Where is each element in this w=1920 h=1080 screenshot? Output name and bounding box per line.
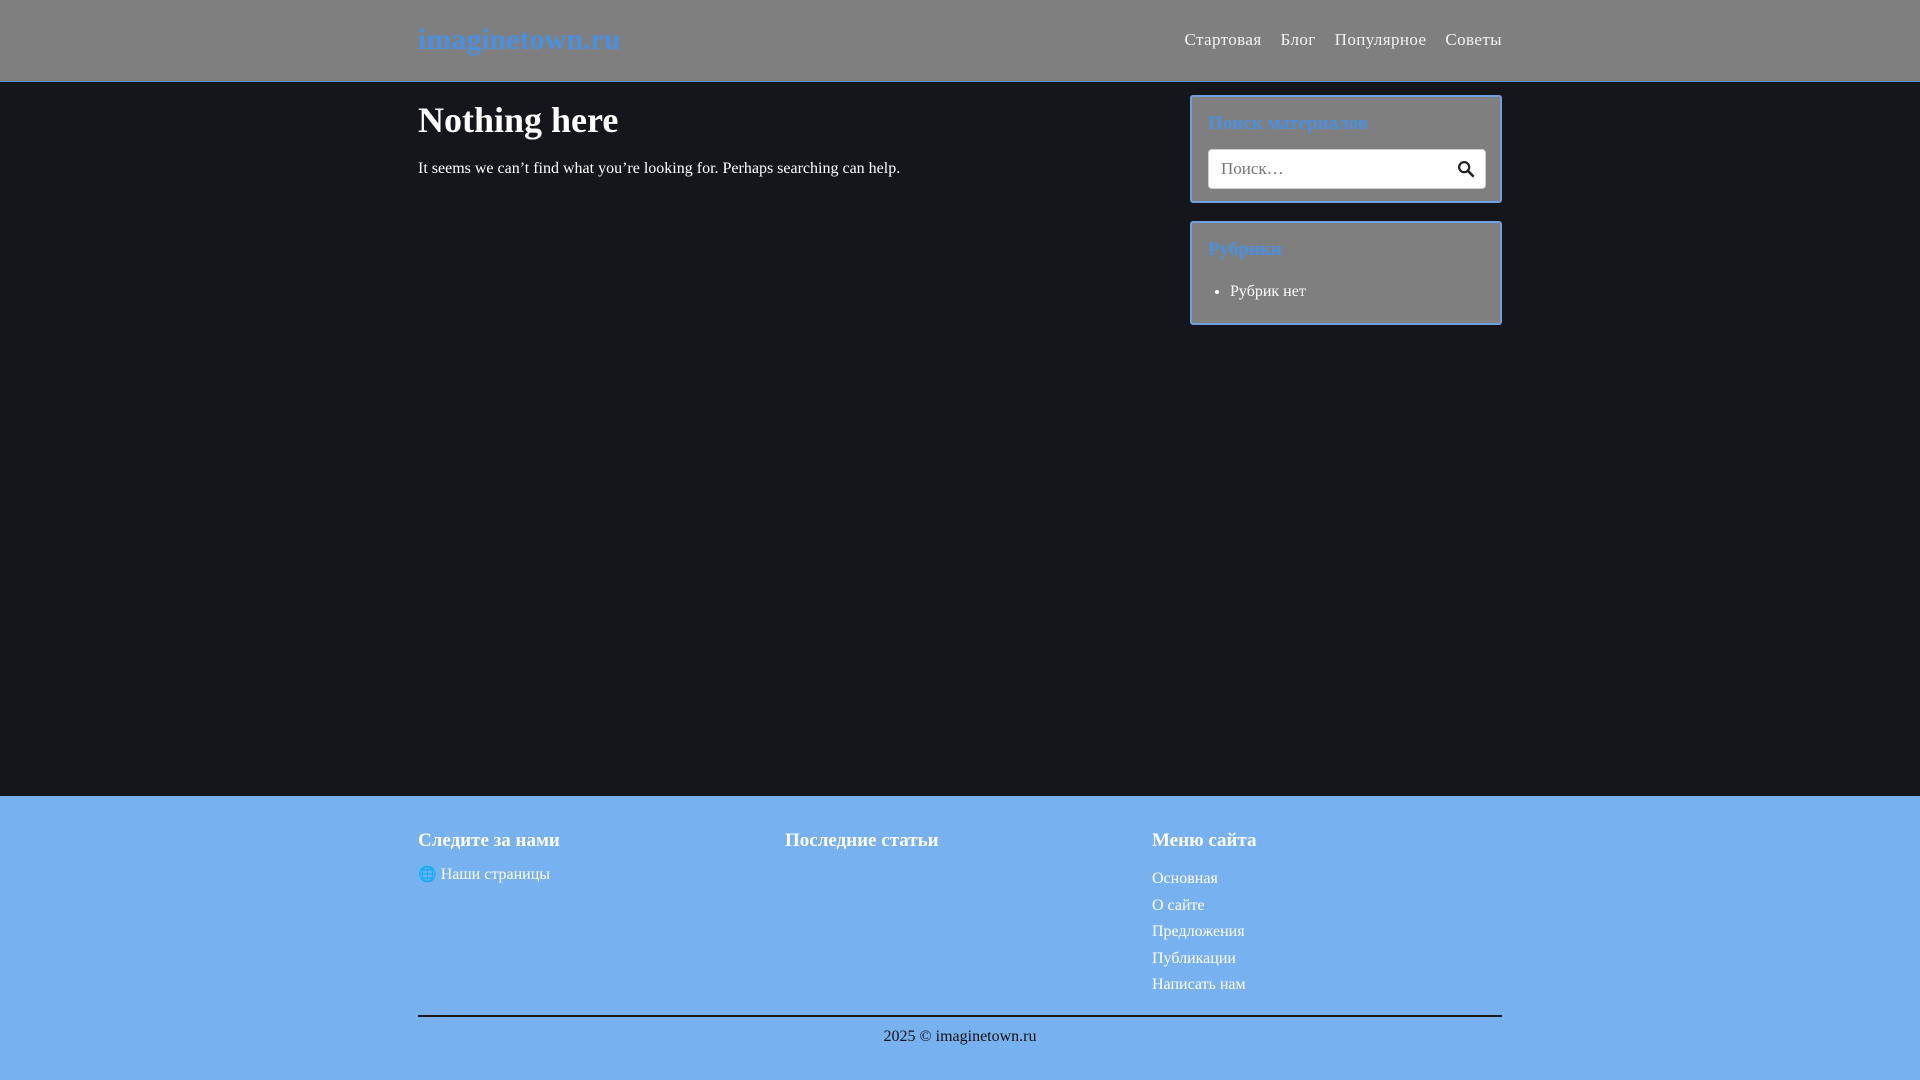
categories-widget: Рубрики Рубрик нет — [1190, 221, 1502, 325]
footer-follow-column: Следите за нами 🌐 Наши страницы — [418, 828, 758, 886]
footer-menu-home[interactable]: Основная — [1152, 870, 1218, 887]
list-item: Публикации — [1152, 946, 1492, 973]
site-header: imaginetown.ru Стартовая Блог Популярное… — [0, 0, 1920, 82]
categories-widget-title: Рубрики — [1208, 239, 1282, 260]
footer-menu-publications[interactable]: Публикации — [1152, 950, 1236, 967]
search-widget-title: Поиск материалов — [1208, 113, 1369, 134]
search-input[interactable] — [1209, 150, 1439, 188]
nav-item-start[interactable]: Стартовая — [1185, 28, 1262, 52]
list-item: Написать нам — [1152, 972, 1492, 999]
footer-menu: Основная О сайте Предложения Публикации … — [1152, 866, 1492, 999]
footer-menu-contact[interactable]: Написать нам — [1152, 976, 1246, 993]
list-item: Рубрик нет — [1230, 281, 1306, 303]
footer-follow-title: Следите за нами — [418, 830, 560, 851]
nav-item-tips[interactable]: Советы — [1445, 28, 1502, 52]
footer-recent-column: Последние статьи — [785, 828, 1125, 854]
search-widget: Поиск материалов — [1190, 95, 1502, 203]
site-logo[interactable]: imaginetown.ru — [418, 20, 621, 60]
list-item: Основная — [1152, 866, 1492, 893]
our-pages-link[interactable]: 🌐 Наши страницы — [418, 864, 550, 886]
list-item: О сайте — [1152, 893, 1492, 920]
page-title: Nothing here — [418, 100, 619, 140]
list-item: Предложения — [1152, 919, 1492, 946]
categories-list: Рубрик нет — [1208, 281, 1306, 303]
footer-menu-offers[interactable]: Предложения — [1152, 923, 1245, 940]
footer-menu-title: Меню сайта — [1152, 830, 1257, 851]
search-button[interactable] — [1455, 158, 1477, 180]
not-found-message: It seems we can’t find what you’re looki… — [418, 160, 901, 177]
footer-menu-column: Меню сайта Основная О сайте Предложения … — [1152, 828, 1492, 999]
nav-item-blog[interactable]: Блог — [1281, 28, 1316, 52]
search-form — [1208, 149, 1486, 189]
footer-recent-title: Последние статьи — [785, 830, 939, 851]
footer-menu-about[interactable]: О сайте — [1152, 897, 1205, 914]
footer-divider — [418, 1015, 1502, 1017]
globe-icon: 🌐 — [418, 867, 437, 883]
site-footer: Следите за нами 🌐 Наши страницы Последни… — [0, 796, 1920, 1080]
our-pages-label: Наши страницы — [440, 866, 551, 883]
copyright: 2025 © imaginetown.ru — [883, 1028, 1037, 1045]
nav-item-popular[interactable]: Популярное — [1335, 28, 1427, 52]
main-nav: Стартовая Блог Популярное Советы — [1185, 28, 1503, 52]
search-icon — [1458, 161, 1475, 178]
